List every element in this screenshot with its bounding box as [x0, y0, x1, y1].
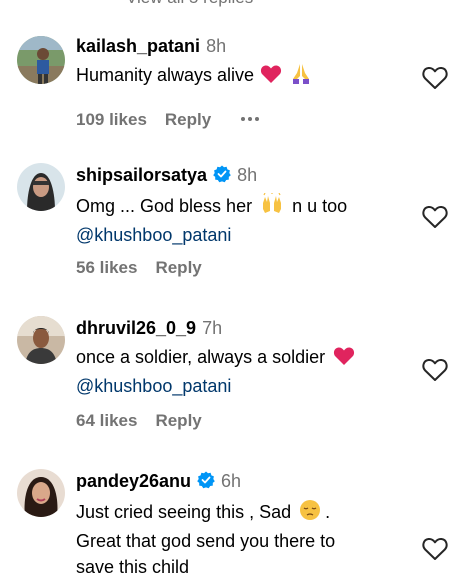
comment-text: Great that god send you there to: [76, 531, 336, 551]
mention-link[interactable]: @khushboo_patani: [76, 376, 231, 396]
red-heart-emoji-icon: [333, 346, 355, 373]
comment-text: .: [325, 502, 331, 522]
comment-text: n u too: [292, 196, 348, 216]
reply-button[interactable]: Reply: [155, 411, 201, 430]
reply-button[interactable]: Reply: [165, 110, 211, 129]
timestamp[interactable]: 8h: [206, 36, 226, 56]
likes-count[interactable]: 56 likes: [76, 258, 137, 277]
username[interactable]: shipsailorsatya: [76, 165, 207, 185]
like-heart-icon[interactable]: [422, 537, 448, 561]
username[interactable]: pandey26anu: [76, 471, 191, 491]
timestamp[interactable]: 8h: [237, 165, 257, 185]
verified-badge-icon: [213, 165, 231, 189]
like-heart-icon[interactable]: [422, 205, 448, 229]
timestamp[interactable]: 7h: [202, 318, 222, 338]
likes-count[interactable]: 64 likes: [76, 411, 137, 430]
timestamp[interactable]: 6h: [221, 471, 241, 491]
red-heart-emoji-icon: [260, 64, 282, 91]
comment-text: Humanity always alive: [76, 65, 255, 85]
like-heart-icon[interactable]: [422, 358, 448, 382]
comment-text: once a soldier, always a soldier: [76, 347, 326, 367]
folded-hands-emoji-icon: [290, 62, 312, 91]
more-options-icon[interactable]: [241, 106, 262, 126]
verified-badge-icon: [197, 471, 215, 495]
like-heart-icon[interactable]: [422, 66, 448, 90]
avatar[interactable]: [17, 469, 65, 517]
username[interactable]: kailash_patani: [76, 36, 200, 56]
raising-hands-emoji-icon: [260, 192, 284, 222]
comment-text: Just cried seeing this , Sad: [76, 502, 292, 522]
avatar[interactable]: [17, 316, 65, 364]
avatar[interactable]: [17, 163, 65, 211]
mention-link[interactable]: @khushboo_patani: [76, 225, 231, 245]
username[interactable]: dhruvil26_0_9: [76, 318, 196, 338]
comment-text: save this child: [76, 557, 190, 577]
reply-button[interactable]: Reply: [155, 258, 201, 277]
likes-count[interactable]: 109 likes: [76, 110, 147, 129]
pensive-face-emoji-icon: [299, 499, 321, 528]
avatar[interactable]: [17, 36, 65, 84]
comment-text: Omg ... God bless her: [76, 196, 253, 216]
view-replies-link[interactable]: View all 5 replies: [126, 0, 253, 8]
